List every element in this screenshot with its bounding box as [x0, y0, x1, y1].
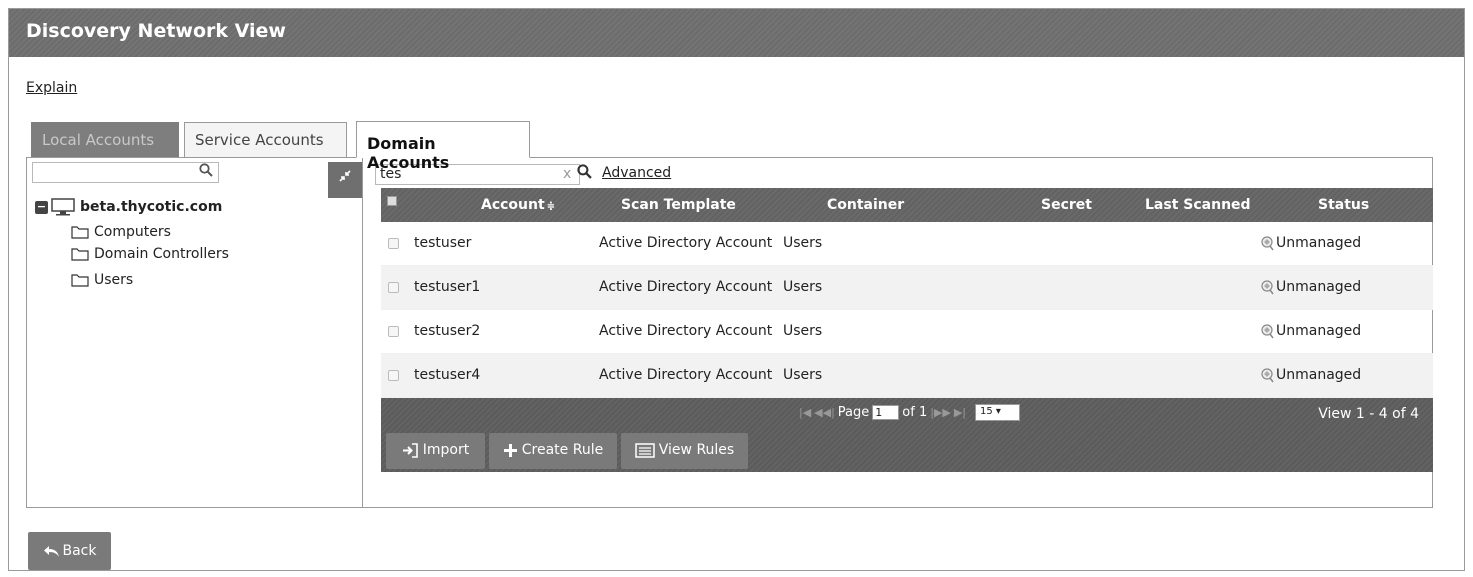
table-header: Account ≑ Scan Template Container Secret …: [381, 188, 1433, 222]
collapse-node-icon[interactable]: −: [35, 200, 48, 214]
explain-link[interactable]: Explain: [26, 80, 77, 96]
column-header-secret[interactable]: Secret: [1041, 197, 1092, 213]
account-cell: testuser2: [414, 323, 481, 339]
pager: |◀ ◀◀| Page 1 of 1 |▶▶ ▶| 15 ▾: [799, 404, 1021, 421]
table-row[interactable]: testuser1 Active Directory Account Users…: [381, 266, 1433, 310]
status-cell: Unmanaged: [1260, 235, 1361, 251]
row-checkbox[interactable]: [388, 282, 399, 293]
collapse-icon[interactable]: [328, 162, 362, 198]
folder-icon: [71, 248, 89, 261]
import-button[interactable]: Import: [386, 433, 485, 469]
select-all-checkbox[interactable]: [387, 196, 397, 206]
search-icon[interactable]: [577, 164, 592, 183]
status-cell: Unmanaged: [1260, 367, 1361, 383]
unmanaged-icon: [1261, 323, 1274, 338]
sort-icon[interactable]: ≑: [547, 201, 555, 212]
next-page-icon[interactable]: |▶▶: [930, 406, 951, 419]
accounts-grid-pane: tes x Advanced Account ≑ Scan Template Co…: [371, 158, 1433, 507]
discovery-network-view-window: Discovery Network View Explain Local Acc…: [8, 8, 1465, 571]
tree-node-label: Domain Controllers: [94, 246, 229, 262]
import-icon: [402, 443, 418, 458]
tree-node-label: Users: [94, 272, 134, 288]
column-header-container[interactable]: Container: [827, 197, 904, 213]
computer-icon: [51, 198, 75, 216]
create-rule-button[interactable]: Create Rule: [489, 433, 617, 469]
scan-template-cell: Active Directory Account: [599, 235, 773, 251]
tab-domain-accounts[interactable]: Domain Accounts: [356, 121, 530, 172]
page-number-input[interactable]: 1: [872, 405, 900, 420]
tree-search-input[interactable]: [32, 162, 219, 183]
account-cell: testuser4: [414, 367, 481, 383]
tree-root-label: beta.thycotic.com: [80, 199, 223, 215]
per-page-select[interactable]: 15 ▾: [975, 404, 1021, 421]
tab-service-accounts[interactable]: Service Accounts: [184, 122, 347, 157]
page-label: Page: [837, 405, 870, 420]
list-icon: [635, 443, 655, 458]
page-title: Discovery Network View: [9, 9, 1464, 57]
status-cell: Unmanaged: [1260, 279, 1361, 295]
first-page-icon[interactable]: |◀: [799, 406, 811, 419]
advanced-search-link[interactable]: Advanced: [602, 165, 671, 181]
container-cell: Users: [783, 323, 823, 339]
back-arrow-icon: [43, 545, 59, 557]
tree-node-domain-controllers[interactable]: Domain Controllers: [71, 246, 229, 262]
column-header-scan-template[interactable]: Scan Template: [621, 197, 736, 213]
unmanaged-icon: [1261, 235, 1274, 250]
accounts-table: Account ≑ Scan Template Container Secret …: [381, 188, 1433, 472]
table-footer: |◀ ◀◀| Page 1 of 1 |▶▶ ▶| 15 ▾ View 1 - …: [381, 398, 1433, 472]
unmanaged-icon: [1261, 367, 1274, 382]
row-checkbox[interactable]: [388, 370, 399, 381]
unmanaged-icon: [1261, 279, 1274, 294]
view-rules-button[interactable]: View Rules: [621, 433, 748, 469]
container-cell: Users: [783, 279, 823, 295]
tree-node-users[interactable]: Users: [71, 272, 133, 288]
container-cell: Users: [783, 235, 823, 251]
last-page-icon[interactable]: ▶|: [954, 406, 966, 419]
tree-node-computers[interactable]: Computers: [71, 224, 171, 240]
status-cell: Unmanaged: [1260, 323, 1361, 339]
table-row[interactable]: testuser2 Active Directory Account Users…: [381, 310, 1433, 354]
tab-local-accounts[interactable]: Local Accounts: [31, 122, 179, 157]
column-header-last-scanned[interactable]: Last Scanned: [1145, 197, 1251, 213]
row-checkbox[interactable]: [388, 238, 399, 249]
account-cell: testuser1: [414, 279, 481, 295]
row-checkbox[interactable]: [388, 326, 399, 337]
tree-node-root[interactable]: − beta.thycotic.com: [35, 198, 222, 216]
scan-template-cell: Active Directory Account: [599, 367, 773, 383]
view-count: View 1 - 4 of 4: [1318, 406, 1419, 422]
domain-accounts-panel: − beta.thycotic.com Computers Domain Con…: [26, 157, 1433, 508]
scan-template-cell: Active Directory Account: [599, 279, 773, 295]
tree-pane: − beta.thycotic.com Computers Domain Con…: [27, 158, 363, 507]
page-of-label: of 1: [902, 405, 928, 420]
folder-icon: [71, 226, 89, 239]
account-cell: testuser: [414, 235, 472, 251]
clear-search-icon[interactable]: x: [563, 166, 571, 182]
container-cell: Users: [783, 367, 823, 383]
plus-icon: [503, 444, 517, 457]
back-button[interactable]: Back: [28, 532, 111, 570]
folder-icon: [71, 274, 89, 287]
scan-template-cell: Active Directory Account: [599, 323, 773, 339]
table-row[interactable]: testuser Active Directory Account Users …: [381, 222, 1433, 266]
table-row[interactable]: testuser4 Active Directory Account Users…: [381, 354, 1433, 398]
prev-page-icon[interactable]: ◀◀|: [814, 406, 835, 419]
column-header-account[interactable]: Account ≑: [481, 197, 555, 213]
column-header-status[interactable]: Status: [1318, 197, 1369, 213]
tree-node-label: Computers: [94, 224, 171, 240]
